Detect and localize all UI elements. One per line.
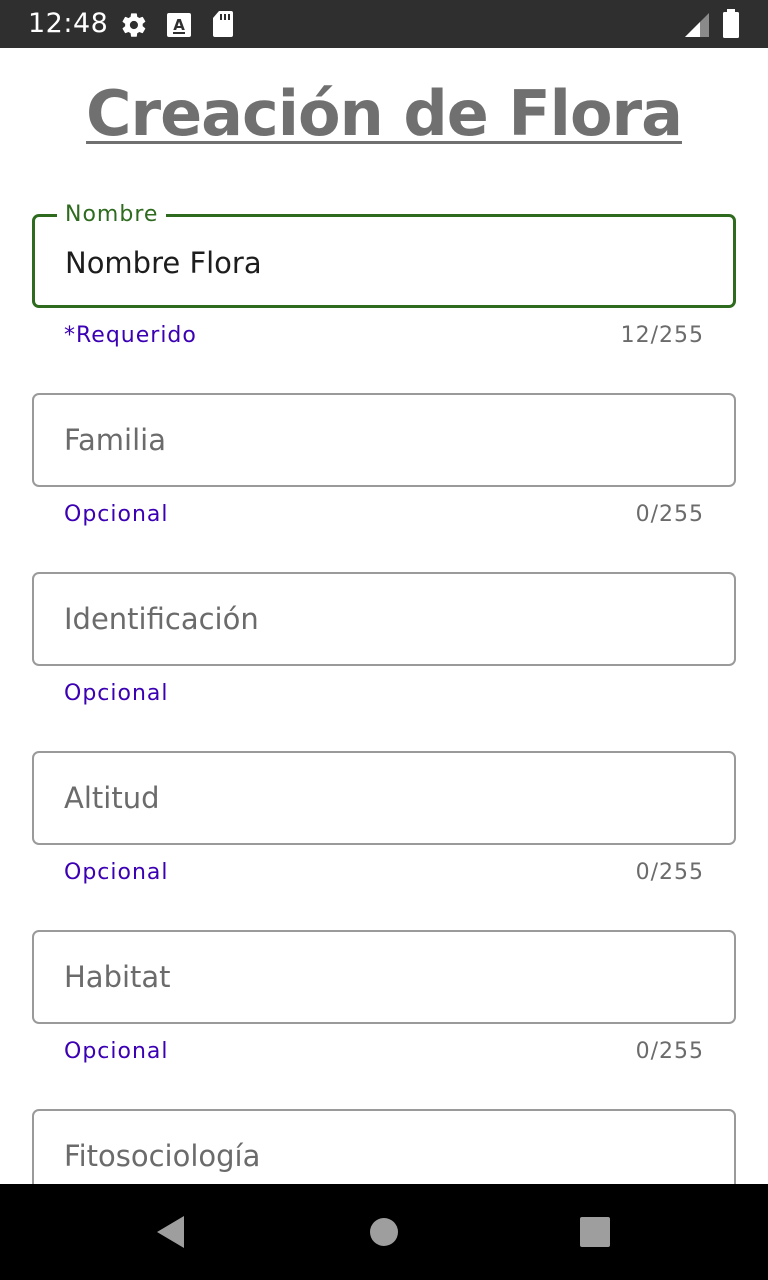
habitat-placeholder: Habitat	[64, 960, 171, 994]
familia-placeholder: Familia	[64, 423, 166, 457]
nombre-char-counter: 12/255	[620, 323, 704, 348]
battery-icon	[722, 9, 740, 39]
habitat-char-counter: 0/255	[635, 1039, 704, 1064]
screen: 12:48 A Creación de Flora Nombre Nombre …	[0, 0, 768, 1280]
nombre-label: Nombre	[57, 202, 167, 228]
altitud-helper-row: Opcional 0/255	[32, 858, 736, 888]
identificacion-helper-text: Opcional	[64, 681, 169, 706]
familia-helper-row: Opcional 0/255	[32, 500, 736, 530]
altitud-input[interactable]: Altitud	[32, 751, 736, 845]
identificacion-helper-row: Opcional	[32, 679, 736, 709]
gear-icon	[120, 11, 148, 39]
field-familia: Familia Opcional 0/255	[32, 393, 736, 530]
nombre-helper-text: *Requerido	[64, 323, 197, 348]
home-icon[interactable]	[360, 1208, 408, 1256]
habitat-input[interactable]: Habitat	[32, 930, 736, 1024]
field-habitat: Habitat Opcional 0/255	[32, 930, 736, 1067]
field-altitud: Altitud Opcional 0/255	[32, 751, 736, 888]
identificacion-placeholder: Identificación	[64, 602, 259, 636]
identificacion-input[interactable]: Identificación	[32, 572, 736, 666]
status-bar: 12:48 A	[0, 0, 768, 48]
svg-text:A: A	[173, 16, 185, 34]
recents-icon[interactable]	[571, 1208, 619, 1256]
page-title: Creación de Flora	[86, 77, 683, 150]
familia-helper-text: Opcional	[64, 502, 169, 527]
familia-input[interactable]: Familia	[32, 393, 736, 487]
nombre-helper-row: *Requerido 12/255	[32, 321, 736, 351]
habitat-helper-text: Opcional	[64, 1039, 169, 1064]
navigation-bar	[0, 1184, 768, 1280]
status-time: 12:48	[28, 8, 109, 39]
field-nombre: Nombre Nombre Flora *Requerido 12/255	[32, 202, 736, 351]
altitud-placeholder: Altitud	[64, 781, 160, 815]
altitud-char-counter: 0/255	[635, 860, 704, 885]
altitud-helper-text: Opcional	[64, 860, 169, 885]
font-a-icon: A	[166, 12, 192, 38]
nombre-value: Nombre Flora	[65, 246, 262, 280]
field-identificacion: Identificación Opcional	[32, 572, 736, 709]
back-icon[interactable]	[148, 1208, 196, 1256]
signal-icon	[684, 12, 710, 38]
sd-card-icon	[212, 10, 234, 38]
habitat-helper-row: Opcional 0/255	[32, 1037, 736, 1067]
familia-char-counter: 0/255	[635, 502, 704, 527]
fitosociologia-placeholder: Fitosociología	[64, 1139, 261, 1173]
nombre-input[interactable]: Nombre Nombre Flora	[32, 202, 736, 308]
